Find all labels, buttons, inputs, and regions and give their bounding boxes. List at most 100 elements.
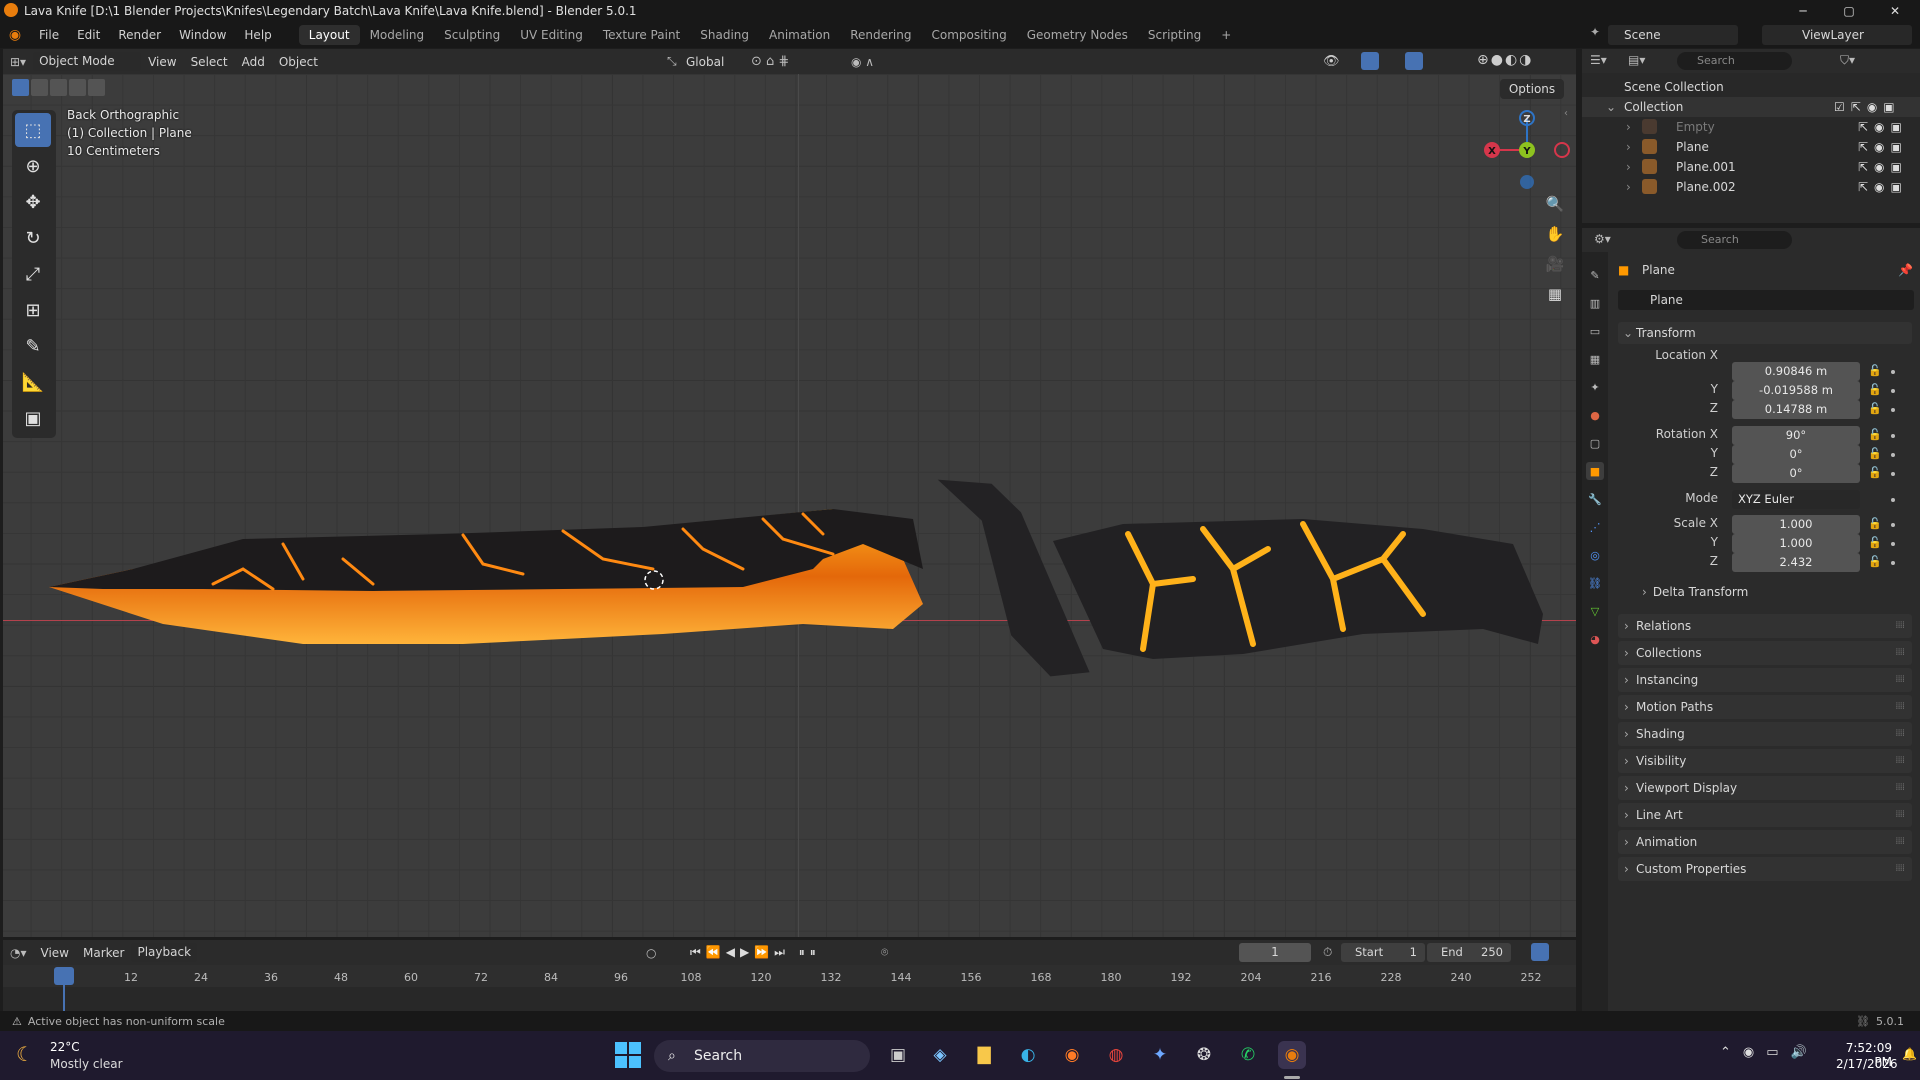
transform-tool-icon[interactable]: ⊞ xyxy=(15,293,51,327)
record-icon[interactable]: ○ xyxy=(646,946,656,960)
rotation-mode-dropdown[interactable]: XYZ Euler xyxy=(1732,490,1860,509)
tab-geometry-nodes[interactable]: Geometry Nodes xyxy=(1017,25,1138,45)
task-view-icon[interactable]: ▣ xyxy=(884,1041,912,1069)
panel-line-art[interactable]: Line Art ⁞⁞⁞⁞ xyxy=(1618,803,1912,827)
annotate-tool-icon[interactable]: ✎ xyxy=(15,329,51,363)
timeline-menu-marker[interactable]: Marker xyxy=(76,943,131,963)
menu-file[interactable]: File xyxy=(30,22,68,48)
tab-modeling[interactable]: Modeling xyxy=(360,25,435,45)
tab-rendering[interactable]: Rendering xyxy=(840,25,921,45)
constraints-tab-icon[interactable]: ⛓ xyxy=(1586,574,1604,592)
menu-view[interactable]: View xyxy=(141,52,183,72)
row-toggles[interactable]: ☑⇱◉▣ xyxy=(1834,97,1901,117)
lock-icon[interactable]: 🔓 xyxy=(1868,383,1882,396)
lava-knife-model[interactable] xyxy=(43,419,1555,709)
scene-collection-row[interactable]: Scene Collection xyxy=(1582,77,1920,97)
lock-icon[interactable]: 🔓 xyxy=(1868,517,1882,530)
end-frame-field[interactable]: End 250 xyxy=(1427,943,1511,962)
drag-grip-icon[interactable]: ⁞⁞⁞⁞ xyxy=(1895,722,1905,746)
weather-icon[interactable]: ☾ xyxy=(16,1042,34,1066)
select-new-icon[interactable] xyxy=(12,79,29,96)
playhead[interactable] xyxy=(54,967,74,985)
panel-viewport-display[interactable]: Viewport Display ⁞⁞⁞⁞ xyxy=(1618,776,1912,800)
scale-z-field[interactable]: 2.432 xyxy=(1732,553,1860,572)
pin-icon[interactable]: 📌 xyxy=(1898,263,1913,277)
viewlayer-selector[interactable]: ViewLayer xyxy=(1762,25,1912,45)
keyframe-dot-icon[interactable] xyxy=(1891,453,1895,457)
rotate-tool-icon[interactable]: ↻ xyxy=(15,221,51,255)
chatgpt-icon[interactable]: ❂ xyxy=(1190,1041,1218,1069)
location-x-field[interactable]: 0.90846 m xyxy=(1732,362,1860,381)
drag-grip-icon[interactable]: ⁞⁞⁞⁞ xyxy=(1895,668,1905,692)
row-toggles[interactable]: ⇱◉▣ xyxy=(1858,157,1908,177)
tab-sculpting[interactable]: Sculpting xyxy=(434,25,510,45)
panel-animation[interactable]: Animation ⁞⁞⁞⁞ xyxy=(1618,830,1912,854)
timeline-menu-view[interactable]: View xyxy=(34,943,76,963)
collection-tab-icon[interactable]: ▢ xyxy=(1586,434,1604,452)
tab-animation[interactable]: Animation xyxy=(759,25,840,45)
menu-render[interactable]: Render xyxy=(109,22,170,48)
timeline-editor-type-icon[interactable]: ◔▾ xyxy=(3,943,34,963)
copilot-icon[interactable]: ◈ xyxy=(926,1041,954,1069)
object-name-field[interactable]: Plane xyxy=(1618,290,1914,310)
lock-icon[interactable]: 🔓 xyxy=(1868,402,1882,415)
world-tab-icon[interactable]: ● xyxy=(1586,406,1604,424)
menu-select[interactable]: Select xyxy=(184,52,235,72)
keyframe-dot-icon[interactable] xyxy=(1891,472,1895,476)
scene-tab-icon[interactable]: ✦ xyxy=(1586,378,1604,396)
notification-icon[interactable]: 🔔 xyxy=(1902,1047,1917,1061)
clock-date[interactable]: 2/17/2026 xyxy=(1836,1057,1898,1071)
panel-relations[interactable]: Relations ⁞⁞⁞⁞ xyxy=(1618,614,1912,638)
keyframe-dot-icon[interactable] xyxy=(1891,498,1895,502)
system-tray-icons[interactable]: ⌃◉▭🔊 xyxy=(1720,1045,1819,1060)
scene-selector[interactable]: Scene xyxy=(1608,25,1738,45)
tab-shading[interactable]: Shading xyxy=(690,25,759,45)
3d-viewport[interactable]: ⬚ ⊕ ✥ ↻ ⤢ ⊞ ✎ 📐 ▣ Back Orthographic (1) … xyxy=(3,74,1576,937)
taskbar-search-box[interactable]: ⌕ Search xyxy=(654,1040,870,1072)
outliner-search-input[interactable]: Search xyxy=(1677,52,1792,70)
menu-add[interactable]: Add xyxy=(235,52,272,72)
object-mode-dropdown[interactable]: Object Mode xyxy=(33,52,142,71)
tab-uv-editing[interactable]: UV Editing xyxy=(510,25,593,45)
chrome-icon[interactable]: ◍ xyxy=(1102,1041,1130,1069)
gizmo-neg-z-icon[interactable] xyxy=(1520,175,1534,189)
zoom-icon[interactable]: 🔍 xyxy=(1542,191,1568,217)
pivot-icon[interactable]: ⊙ ⌂ ⋕ xyxy=(751,54,789,69)
panel-collections[interactable]: Collections ⁞⁞⁞⁞ xyxy=(1618,641,1912,665)
location-y-field[interactable]: -0.019588 m xyxy=(1732,381,1860,400)
shading-mode-icons[interactable]: ⊕●◐◑ xyxy=(1477,52,1533,68)
object-tab-icon[interactable]: ■ xyxy=(1586,462,1604,480)
menu-edit[interactable]: Edit xyxy=(68,22,109,48)
pan-hand-icon[interactable]: ✋ xyxy=(1542,221,1568,247)
playback-dropdown[interactable]: Playback xyxy=(131,943,198,962)
select-intersect-icon[interactable] xyxy=(88,79,105,96)
collapse-chevron-icon[interactable]: ⌄ xyxy=(1606,97,1616,117)
properties-search-input[interactable]: Search xyxy=(1677,231,1792,249)
drag-grip-icon[interactable]: ⁞⁞⁞⁞ xyxy=(1895,695,1905,719)
particles-tab-icon[interactable]: ⋰ xyxy=(1586,518,1604,536)
location-z-field[interactable]: 0.14788 m xyxy=(1732,400,1860,419)
outliner-editor-icon[interactable]: ☰▾ xyxy=(1590,53,1607,67)
drag-grip-icon[interactable]: ⁞⁞⁞⁞ xyxy=(1895,776,1905,800)
menu-object[interactable]: Object xyxy=(272,52,325,72)
keying-icon[interactable]: ⌾ xyxy=(881,945,888,960)
select-extend-icon[interactable] xyxy=(31,79,48,96)
collection-row[interactable]: ⌄ Collection ☑⇱◉▣ xyxy=(1582,97,1920,117)
weather-text[interactable]: Mostly clear xyxy=(50,1057,123,1071)
tab-scripting[interactable]: Scripting xyxy=(1138,25,1211,45)
lock-icon[interactable]: 🔓 xyxy=(1868,428,1882,441)
lock-icon[interactable]: 🔓 xyxy=(1868,364,1882,377)
properties-editor-icon[interactable]: ⚙▾ xyxy=(1594,232,1611,246)
measure-tool-icon[interactable]: 📐 xyxy=(15,365,51,399)
expand-chevron-icon[interactable]: › xyxy=(1626,157,1631,177)
add-workspace-button[interactable]: + xyxy=(1211,25,1241,45)
playback-controls[interactable]: ⏮⏪◀▶⏩⏭ ⏸⏸ xyxy=(690,945,821,960)
panel-visibility[interactable]: Visibility ⁞⁞⁞⁞ xyxy=(1618,749,1912,773)
material-tab-icon[interactable]: ◕ xyxy=(1586,630,1604,648)
lock-icon[interactable]: 🔓 xyxy=(1868,536,1882,549)
expand-chevron-icon[interactable]: › xyxy=(1626,117,1631,137)
keyframe-dot-icon[interactable] xyxy=(1891,389,1895,393)
maximize-button[interactable]: ▢ xyxy=(1826,0,1872,22)
overlay-toggle-icon[interactable] xyxy=(1405,52,1423,70)
orientation-dropdown[interactable]: Global xyxy=(679,52,731,72)
